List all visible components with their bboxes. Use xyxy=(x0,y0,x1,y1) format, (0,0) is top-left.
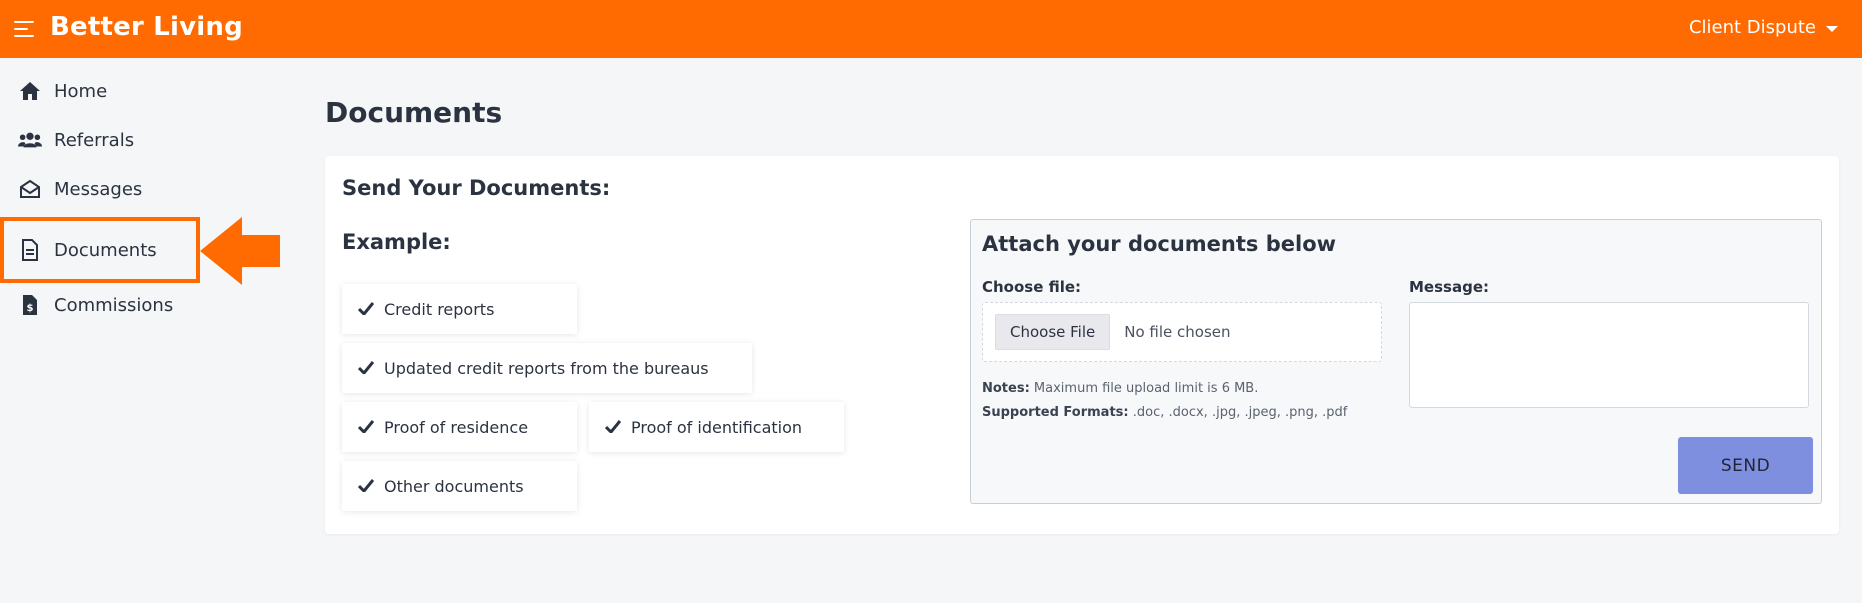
documents-card: Send Your Documents: Example: Credit rep… xyxy=(325,156,1839,534)
document-icon xyxy=(18,239,42,261)
sidebar-item-documents[interactable]: Documents xyxy=(0,217,200,283)
caret-down-icon xyxy=(1826,25,1838,32)
menu-icon[interactable] xyxy=(14,21,34,37)
check-icon xyxy=(358,361,376,375)
sidebar-item-label: Commissions xyxy=(54,294,174,316)
notes-label: Notes: xyxy=(982,381,1030,396)
invoice-dollar-icon: $ xyxy=(18,294,42,316)
example-label: Proof of identification xyxy=(631,417,803,437)
example-label: Credit reports xyxy=(384,299,495,319)
message-input[interactable] xyxy=(1409,302,1809,408)
example-label: Updated credit reports from the bureaus xyxy=(384,358,709,378)
notes-text: Maximum file upload limit is 6 MB. xyxy=(1033,381,1259,396)
sidebar-item-commissions[interactable]: $ Commissions xyxy=(0,280,200,330)
user-menu[interactable]: Client Dispute xyxy=(1689,17,1838,38)
brand-title[interactable]: Better Living xyxy=(50,12,243,42)
sidebar-item-label: Home xyxy=(54,80,108,102)
example-item: Updated credit reports from the bureaus xyxy=(342,343,752,393)
formats-text: .doc, .docx, .jpg, .jpeg, .png, .pdf xyxy=(1132,405,1348,420)
formats-label: Supported Formats: xyxy=(982,405,1129,420)
example-label: Other documents xyxy=(384,476,524,496)
example-item: Proof of residence xyxy=(342,402,577,452)
example-title: Example: xyxy=(342,230,451,254)
check-icon xyxy=(358,302,376,316)
user-menu-label: Client Dispute xyxy=(1688,17,1816,38)
example-item: Credit reports xyxy=(342,284,577,334)
envelope-open-icon xyxy=(18,178,42,200)
sidebar-item-home[interactable]: Home xyxy=(0,66,200,116)
example-label: Proof of residence xyxy=(384,417,529,437)
example-item: Proof of identification xyxy=(589,402,844,452)
card-title: Send Your Documents: xyxy=(342,176,611,200)
file-status: No file chosen xyxy=(1124,323,1231,341)
pointer-arrow-icon xyxy=(200,217,280,285)
check-icon xyxy=(358,479,376,493)
home-icon xyxy=(18,80,42,102)
top-bar: Better Living Client Dispute xyxy=(0,0,1862,58)
check-icon xyxy=(358,420,376,434)
page-title: Documents xyxy=(325,96,503,129)
sidebar-item-label: Referrals xyxy=(54,129,135,151)
choose-file-button[interactable]: Choose File xyxy=(995,314,1111,350)
attach-panel: Attach your documents below Choose file:… xyxy=(970,219,1822,504)
sidebar-item-label: Documents xyxy=(54,239,157,261)
sidebar-item-referrals[interactable]: Referrals xyxy=(0,115,200,165)
file-input[interactable]: Choose File No file chosen xyxy=(982,302,1382,362)
send-button[interactable]: SEND xyxy=(1678,437,1813,494)
attach-title: Attach your documents below xyxy=(982,232,1337,256)
upload-notes: Notes: Maximum file upload limit is 6 MB… xyxy=(982,377,1347,425)
message-label: Message: xyxy=(1409,278,1489,296)
check-icon xyxy=(605,420,623,434)
sidebar-item-label: Messages xyxy=(54,178,143,200)
example-item: Other documents xyxy=(342,461,577,511)
svg-text:$: $ xyxy=(27,303,34,314)
choose-file-label: Choose file: xyxy=(982,278,1082,296)
sidebar-item-messages[interactable]: Messages xyxy=(0,164,200,214)
users-icon xyxy=(18,129,42,151)
